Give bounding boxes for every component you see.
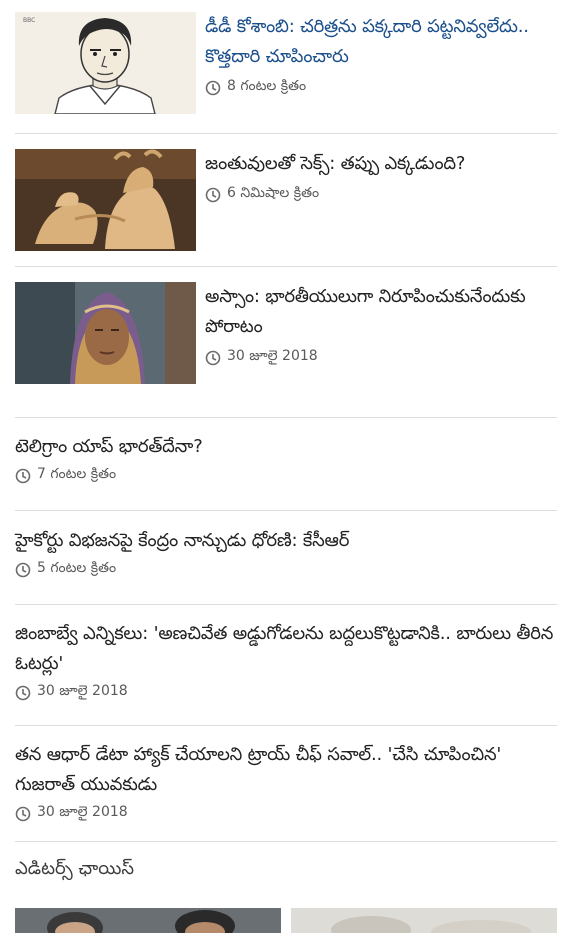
story-headline[interactable]: జంతువులతో సెక్స్: తప్పు ఎక్కడుంది? <box>205 149 557 179</box>
story-item[interactable]: హైకోర్టు విభజనపై కేంద్రం నాన్చుడు ధోరణి:… <box>15 526 557 579</box>
story-headline[interactable]: తన ఆధార్ డేటా హ్యాక్ చేయాలని ట్రాయ్ చీఫ్… <box>15 740 557 800</box>
story-headline[interactable]: హైకోర్టు విభజనపై కేంద్రం నాన్చుడు ధోరణి:… <box>15 526 557 556</box>
clock-icon <box>15 685 31 700</box>
story-item[interactable]: అస్సాం: భారతీయులుగా నిరూపించుకునేందుకు ప… <box>15 282 557 384</box>
divider <box>15 510 557 511</box>
story-meta: 7 గంటల క్రితం <box>15 466 557 485</box>
story-time: 30 జూలై 2018 <box>37 683 128 699</box>
story-text: హైకోర్టు విభజనపై కేంద్రం నాన్చుడు ధోరణి:… <box>15 526 557 579</box>
story-thumbnail[interactable] <box>15 149 196 251</box>
story-meta: 30 జూలై 2018 <box>15 804 557 823</box>
story-thumbnail[interactable] <box>15 282 196 384</box>
story-text: అస్సాం: భారతీయులుగా నిరూపించుకునేందుకు ప… <box>205 282 557 367</box>
story-item[interactable]: తన ఆధార్ డేటా హ్యాక్ చేయాలని ట్రాయ్ చీఫ్… <box>15 740 557 823</box>
news-list-page: BBC డీడీ కోశాంబి: చరిత్రను పక్కదారి పట్ట… <box>0 0 574 933</box>
story-meta: 6 నిమిషాల క్రితం <box>205 185 557 204</box>
divider <box>15 841 557 842</box>
story-time: 30 జూలై 2018 <box>227 348 318 364</box>
story-time: 5 గంటల క్రితం <box>37 560 117 576</box>
story-item[interactable]: BBC డీడీ కోశాంబి: చరిత్రను పక్కదారి పట్ట… <box>15 12 557 116</box>
divider <box>15 725 557 726</box>
divider <box>15 417 557 418</box>
editors-choice-title: ఎడిటర్స్ ఛాయిస్ <box>15 858 134 879</box>
story-headline[interactable]: టెలిగ్రాం యాప్ భారత్‌దేనా? <box>15 432 557 462</box>
story-text: డీడీ కోశాంబి: చరిత్రను పక్కదారి పట్టనివ్… <box>205 12 557 97</box>
story-time: 8 గంటల క్రితం <box>227 78 307 94</box>
story-time: 7 గంటల క్రితం <box>37 466 117 482</box>
story-meta: 30 జూలై 2018 <box>205 348 557 367</box>
clock-icon <box>15 468 31 483</box>
clock-icon <box>15 562 31 577</box>
story-meta: 5 గంటల క్రితం <box>15 560 557 579</box>
clock-icon <box>205 187 221 202</box>
story-item[interactable]: జంతువులతో సెక్స్: తప్పు ఎక్కడుంది? 6 నిమ… <box>15 149 557 251</box>
divider <box>15 266 557 267</box>
story-item[interactable]: జింబాబ్వే ఎన్నికలు: 'అణచివేత అడ్డుగోడలను… <box>15 619 557 702</box>
story-text: టెలిగ్రాం యాప్ భారత్‌దేనా? 7 గంటల క్రితం <box>15 432 557 485</box>
story-time: 30 జూలై 2018 <box>37 804 128 820</box>
story-headline[interactable]: అస్సాం: భారతీయులుగా నిరూపించుకునేందుకు ప… <box>205 282 557 342</box>
story-meta: 8 గంటల క్రితం <box>205 78 557 97</box>
divider <box>15 604 557 605</box>
story-text: జంతువులతో సెక్స్: తప్పు ఎక్కడుంది? 6 నిమ… <box>205 149 557 204</box>
editors-choice-thumbnail[interactable] <box>291 908 557 933</box>
clock-icon <box>205 350 221 365</box>
editors-choice-thumbnail[interactable] <box>15 908 281 933</box>
clock-icon <box>15 806 31 821</box>
story-item[interactable]: టెలిగ్రాం యాప్ భారత్‌దేనా? 7 గంటల క్రితం <box>15 432 557 485</box>
brand-badge: BBC <box>23 17 35 24</box>
story-headline[interactable]: జింబాబ్వే ఎన్నికలు: 'అణచివేత అడ్డుగోడలను… <box>15 619 557 679</box>
story-time: 6 నిమిషాల క్రితం <box>227 185 320 201</box>
story-headline[interactable]: డీడీ కోశాంబి: చరిత్రను పక్కదారి పట్టనివ్… <box>205 12 557 72</box>
story-thumbnail[interactable]: BBC <box>15 12 196 114</box>
story-text: తన ఆధార్ డేటా హ్యాక్ చేయాలని ట్రాయ్ చీఫ్… <box>15 740 557 823</box>
clock-icon <box>205 80 221 95</box>
divider <box>15 133 557 134</box>
story-text: జింబాబ్వే ఎన్నికలు: 'అణచివేత అడ్డుగోడలను… <box>15 619 557 702</box>
story-meta: 30 జూలై 2018 <box>15 683 557 702</box>
